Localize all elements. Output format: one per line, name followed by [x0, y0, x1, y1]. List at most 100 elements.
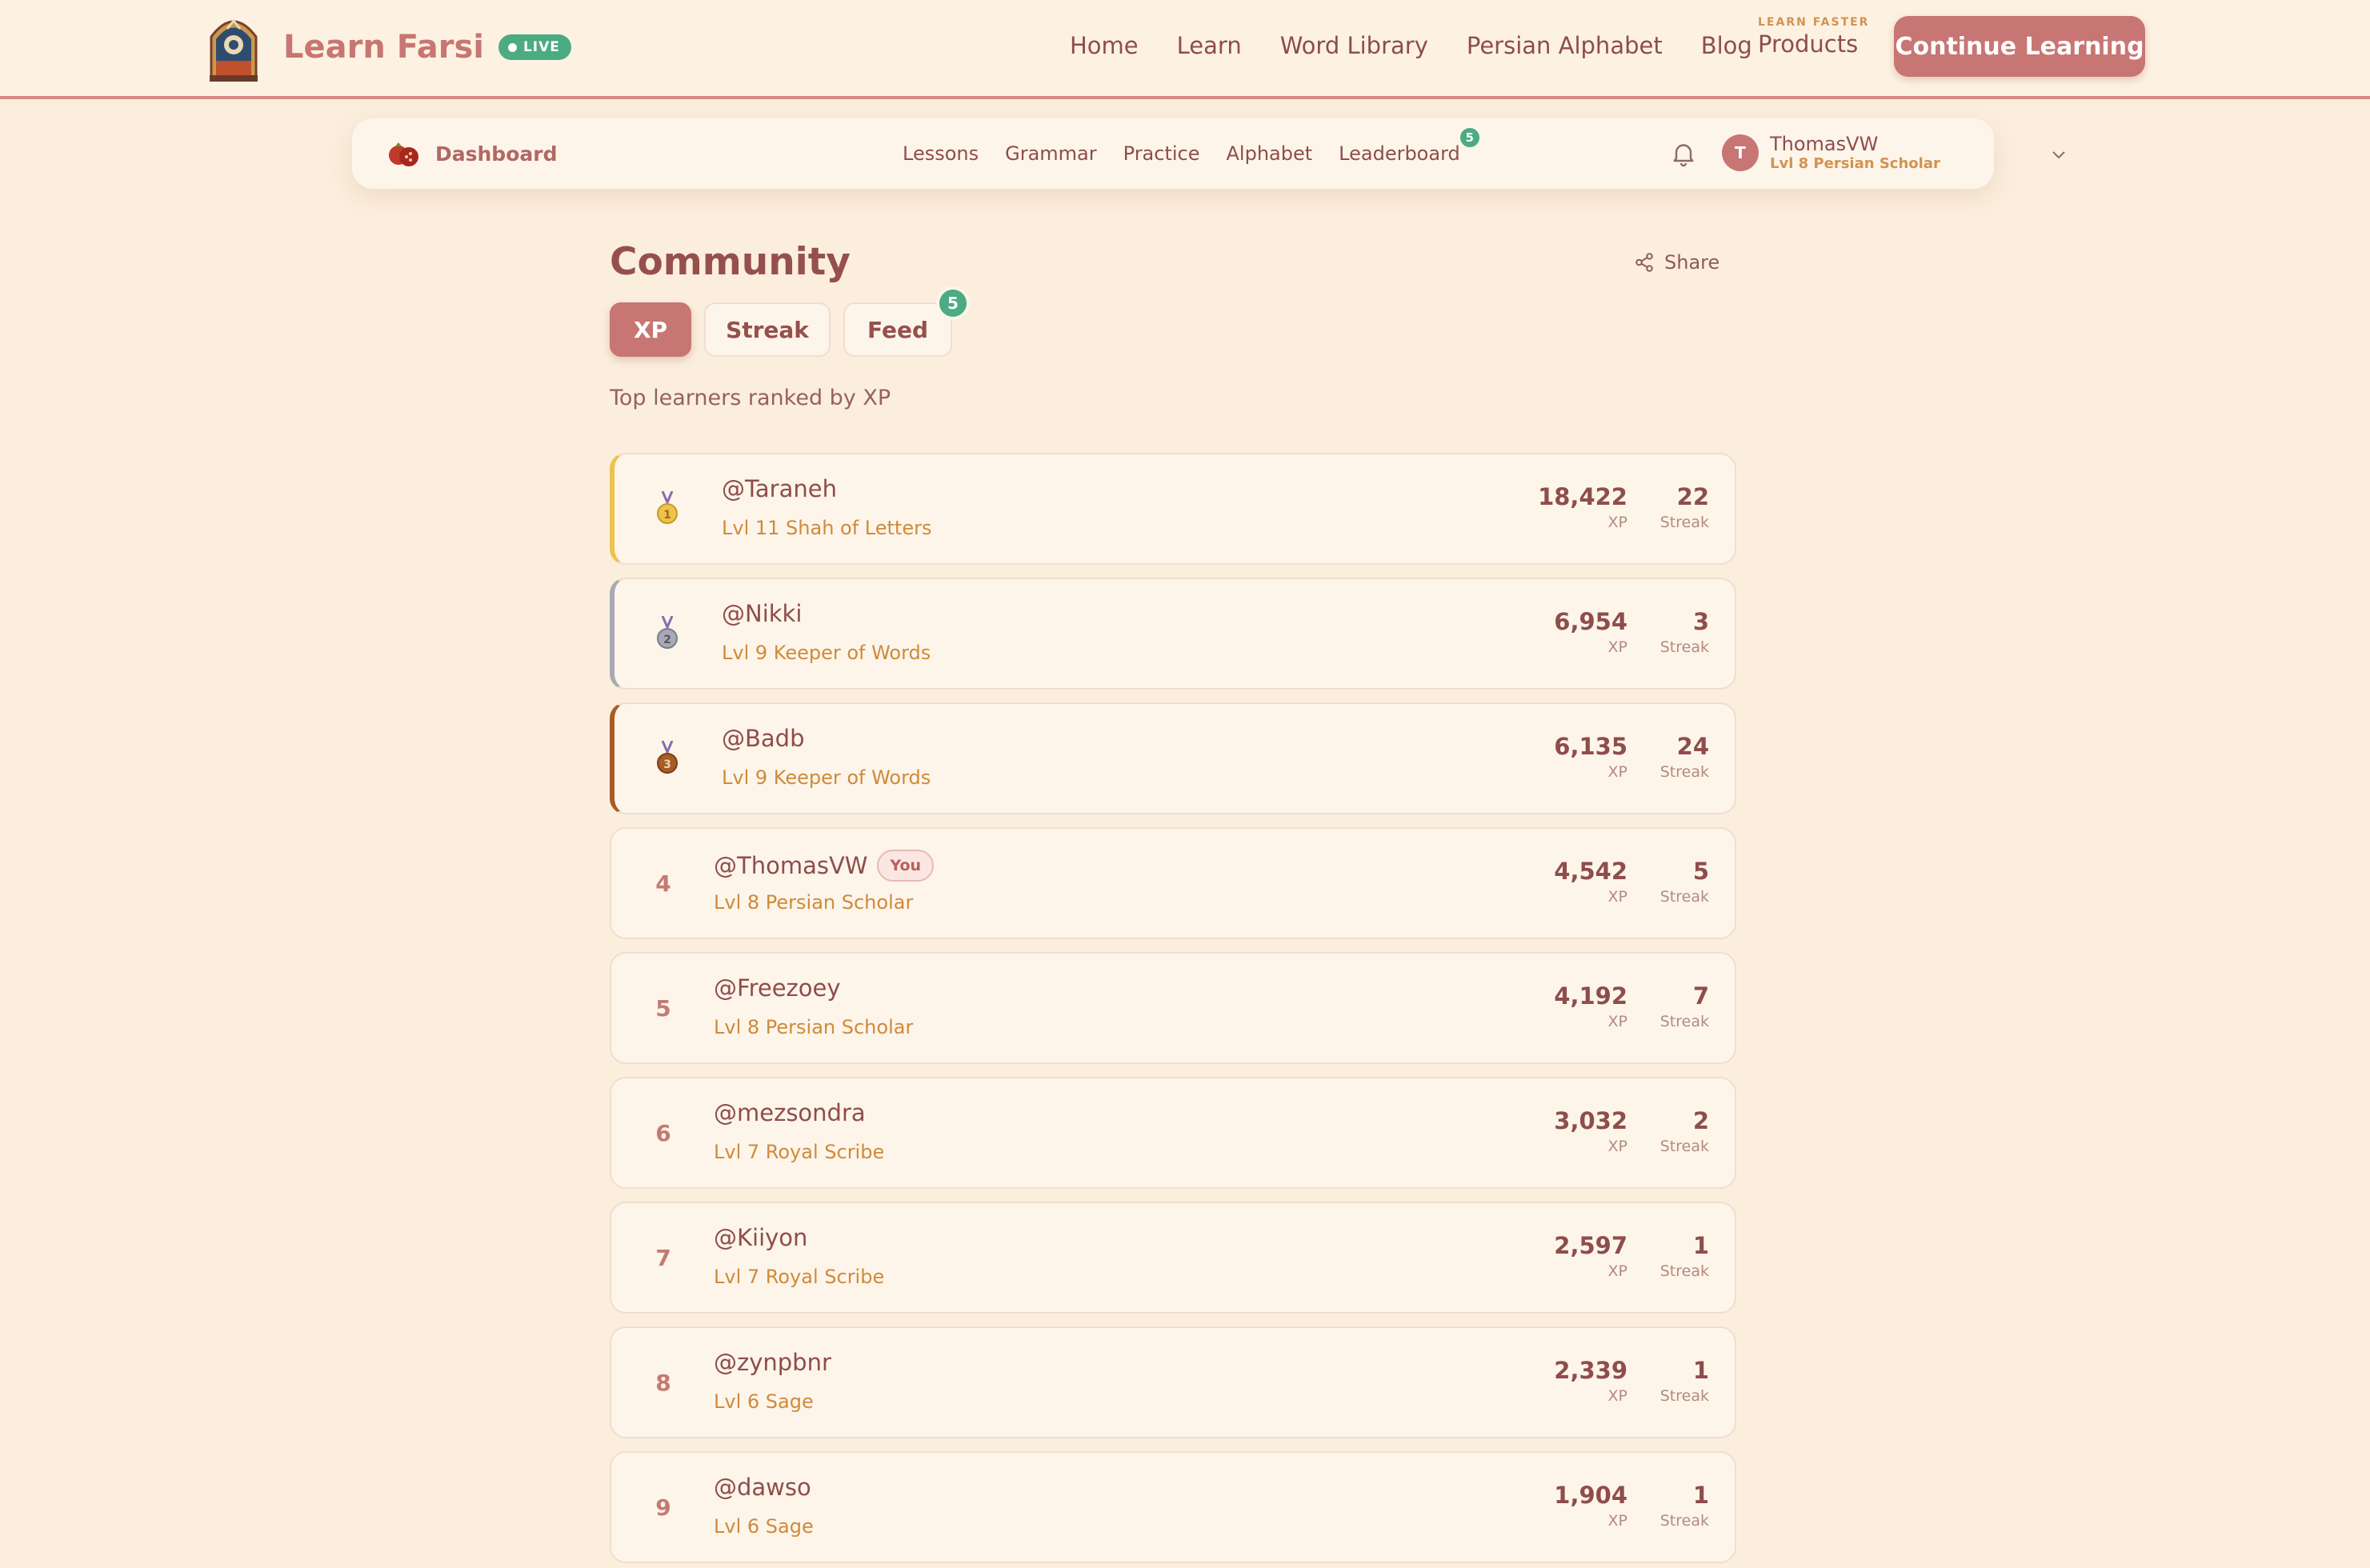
xp-value: 6,954 [1554, 608, 1627, 635]
streak-value: 2 [1692, 1107, 1709, 1134]
nav-learn[interactable]: Learn [1177, 32, 1242, 59]
subnav-lessons[interactable]: Lessons [903, 142, 979, 165]
nav-products[interactable]: LEARN FASTER Products [1758, 16, 1869, 58]
xp-unit: XP [1607, 1387, 1627, 1405]
streak-value: 1 [1692, 1232, 1709, 1259]
nav-persian-alphabet[interactable]: Persian Alphabet [1467, 32, 1663, 59]
xp-value: 1,904 [1554, 1482, 1627, 1509]
live-badge-label: LIVE [522, 39, 560, 55]
page-title: Community [610, 240, 851, 284]
products-tag: LEARN FASTER [1758, 16, 1870, 29]
user-level: Lvl 6 Sage [714, 1515, 814, 1538]
user-level: Lvl 8 Persian Scholar [1770, 155, 1940, 172]
streak-stat: 7 Streak [1660, 982, 1709, 1030]
xp-stat: 4,192 XP [1554, 982, 1627, 1030]
streak-value: 24 [1676, 733, 1709, 760]
live-badge: LIVE [498, 34, 571, 60]
dashboard-link[interactable]: Dashboard [387, 139, 557, 168]
subnav-grammar[interactable]: Grammar [1005, 142, 1097, 165]
dashboard-label: Dashboard [435, 142, 558, 166]
leaderboard-row[interactable]: 8 @zynpbnr Lvl 6 Sage 2,339 XP 1 Streak [610, 1326, 1736, 1438]
user-handle[interactable]: @dawso [714, 1474, 811, 1501]
user-handle[interactable]: @Freezoey [714, 974, 841, 1002]
streak-unit: Streak [1659, 1387, 1709, 1405]
leaderboard-row[interactable]: 5 @Freezoey Lvl 8 Persian Scholar 4,192 … [610, 952, 1736, 1064]
gold-medal-icon: 1 [657, 491, 678, 524]
dashboard-subnav: Dashboard Lessons Grammar Practice Alpha… [352, 118, 2065, 189]
user-handle[interactable]: @Nikki [722, 600, 802, 627]
xp-unit: XP [1607, 1512, 1627, 1530]
xp-value: 6,135 [1554, 733, 1627, 760]
leaderboard-row[interactable]: 3 @Badb Lvl 9 Keeper of Words 6,135 XP 2… [610, 702, 1736, 814]
leaderboard-row[interactable]: 7 @Kiiyon Lvl 7 Royal Scribe 2,597 XP 1 … [610, 1202, 1736, 1314]
xp-unit: XP [1607, 1013, 1627, 1030]
share-icon [1635, 253, 1653, 272]
leaderboard-badge: 5 [1458, 126, 1481, 149]
nav-home[interactable]: Home [1070, 32, 1139, 59]
products-label: Products [1758, 30, 1859, 58]
streak-unit: Streak [1659, 514, 1709, 531]
feed-badge: 5 [936, 286, 970, 320]
xp-stat: 1,904 XP [1554, 1482, 1627, 1530]
top-header: Learn Farsi LIVE Home Learn Word Library… [0, 0, 2370, 99]
user-menu[interactable]: T ThomasVW Lvl 8 Persian Scholar [1722, 133, 1940, 173]
nav-blog[interactable]: Blog [1701, 32, 1752, 59]
user-handle[interactable]: @Kiiyon [714, 1224, 807, 1251]
community-tabs: XP Streak Feed 5 [610, 286, 970, 357]
silver-medal-icon: 2 [657, 616, 678, 649]
user-handle[interactable]: @ThomasVW [714, 852, 867, 879]
xp-unit: XP [1607, 1138, 1627, 1155]
user-handle[interactable]: @Taraneh [722, 475, 837, 502]
streak-stat: 1 Streak [1660, 1482, 1709, 1530]
tab-xp[interactable]: XP [610, 302, 691, 357]
user-level: Lvl 11 Shah of Letters [722, 517, 932, 539]
user-handle[interactable]: @zynpbnr [714, 1349, 831, 1376]
streak-stat: 5 Streak [1660, 858, 1709, 906]
leaderboard-row[interactable]: 2 @Nikki Lvl 9 Keeper of Words 6,954 XP … [610, 578, 1736, 690]
nav-word-library[interactable]: Word Library [1280, 32, 1428, 59]
subnav-alphabet[interactable]: Alphabet [1227, 142, 1313, 165]
leaderboard-row[interactable]: 9 @dawso Lvl 6 Sage 1,904 XP 1 Streak [610, 1451, 1736, 1563]
xp-unit: XP [1607, 514, 1627, 531]
subnav-leaderboard-label: Leaderboard [1339, 142, 1460, 165]
xp-stat: 6,954 XP [1554, 608, 1627, 656]
user-level: Lvl 8 Persian Scholar [714, 891, 914, 914]
streak-value: 5 [1692, 858, 1709, 885]
xp-stat: 6,135 XP [1554, 733, 1627, 781]
brand[interactable]: Learn Farsi LIVE [208, 13, 571, 82]
bell-icon[interactable] [1669, 139, 1698, 168]
streak-unit: Streak [1659, 1512, 1709, 1530]
share-button[interactable]: Share [1634, 251, 1719, 274]
rank-number: 7 [655, 1244, 671, 1271]
brand-title: Learn Farsi [283, 29, 484, 66]
xp-value: 2,339 [1554, 1357, 1627, 1384]
subnav-practice[interactable]: Practice [1123, 142, 1200, 165]
user-level: Lvl 9 Keeper of Words [722, 642, 931, 664]
xp-value: 3,032 [1554, 1107, 1627, 1134]
bronze-medal-icon: 3 [657, 741, 678, 774]
user-handle[interactable]: @mezsondra [714, 1099, 866, 1126]
leaderboard-row[interactable]: 6 @mezsondra Lvl 7 Royal Scribe 3,032 XP… [610, 1077, 1736, 1189]
streak-value: 1 [1692, 1357, 1709, 1384]
chevron-down-icon[interactable] [2048, 147, 2069, 162]
xp-stat: 3,032 XP [1554, 1107, 1627, 1155]
svg-text:1: 1 [663, 509, 671, 522]
streak-stat: 1 Streak [1660, 1232, 1709, 1280]
leaderboard-row-current-user[interactable]: 4 @ThomasVW You Lvl 8 Persian Scholar 4,… [610, 827, 1736, 939]
subnav-leaderboard[interactable]: Leaderboard 5 [1339, 126, 1481, 165]
user-handle-row: @ThomasVW You [714, 850, 935, 882]
user-level: Lvl 9 Keeper of Words [722, 766, 931, 789]
xp-stat: 18,422 XP [1538, 483, 1627, 531]
streak-value: 3 [1692, 608, 1709, 635]
tab-feed[interactable]: Feed 5 [843, 286, 970, 357]
logo-icon [210, 18, 258, 82]
tab-streak[interactable]: Streak [704, 302, 831, 357]
xp-unit: XP [1607, 763, 1627, 781]
rank-number: 4 [655, 870, 671, 897]
xp-value: 18,422 [1538, 483, 1627, 510]
streak-unit: Streak [1659, 638, 1709, 656]
user-handle[interactable]: @Badb [722, 725, 804, 752]
streak-value: 22 [1676, 483, 1709, 510]
continue-learning-button[interactable]: Continue Learning [1894, 16, 2145, 77]
leaderboard-row[interactable]: 1 @Taraneh Lvl 11 Shah of Letters 18,422… [610, 453, 1736, 565]
